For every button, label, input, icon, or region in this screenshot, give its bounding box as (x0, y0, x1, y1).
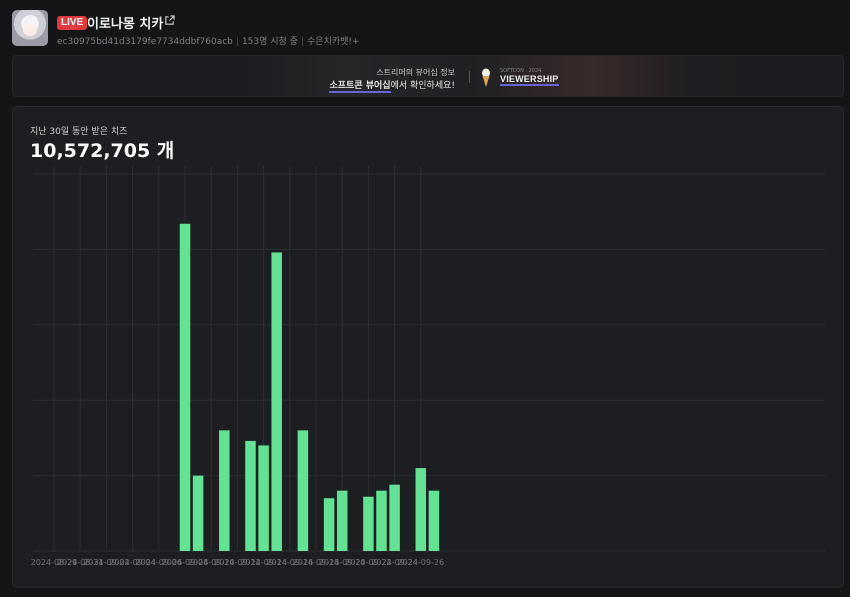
bar-2024-09-11 (219, 430, 230, 551)
bar-2024-09-26 (415, 468, 427, 551)
stream-meta: ec30975bd41d3179fe7734ddbf760acb | 153명 시청… (57, 37, 360, 47)
stream-tag: 수은치카뱃!+ (307, 37, 360, 47)
banner-line-2: 소프트콘 뷰어십에서 확인하세요! (13, 78, 455, 93)
cheese-bar-chart: 2024-08-292024-08-312024-09-022024-09-04… (31, 166, 825, 567)
bar-2024-09-22 (363, 496, 374, 551)
banner-divider (469, 71, 470, 83)
live-badge: LIVE (57, 16, 88, 30)
bar-2024-09-19 (323, 498, 335, 551)
bar-2024-09-27 (428, 490, 440, 551)
cheese-card: 지난 30일 동안 받은 치즈 10,572,705 개 2024-08-29 2… (12, 106, 844, 588)
bar-2024-09-20 (336, 490, 348, 551)
bar-2024-09-24 (389, 484, 400, 551)
external-link-icon[interactable] (164, 15, 175, 26)
channel-id: ec30975bd41d3179fe7734ddbf760acb (57, 37, 233, 47)
bar-2024-09-13 (245, 440, 256, 551)
banner-line-1: 스트리머의 뷰어십 정보 (376, 68, 455, 77)
channel-name[interactable]: 이로나몽 치카 (87, 13, 163, 32)
bar-2024-09-17 (297, 430, 309, 551)
viewership-banner[interactable]: 스트리머의 뷰어십 정보 소프트콘 뷰어십에서 확인하세요! SOFTCON ·… (12, 55, 844, 97)
bar-2024-09-14 (258, 445, 269, 551)
brand-name: VIEWERSHIP (500, 74, 559, 86)
ice-cream-icon (482, 68, 490, 87)
x-tick-label: 2024-09-26 (398, 558, 445, 567)
avatar[interactable] (12, 10, 48, 46)
bar-2024-09-15 (271, 252, 282, 551)
banner-highlight: 소프트콘 뷰어십 (329, 81, 391, 93)
viewer-count: 153명 시청 중 (241, 37, 298, 47)
bar-2024-09-08 (179, 223, 191, 551)
bar-2024-09-09 (192, 475, 204, 551)
bar-2024-09-23 (376, 490, 387, 551)
stream-header: LIVE 이로나몽 치카 ec30975bd41d3179fe7734ddbf7… (12, 10, 838, 48)
banner-line-2-rest: 에서 확인하세요! (390, 81, 455, 91)
